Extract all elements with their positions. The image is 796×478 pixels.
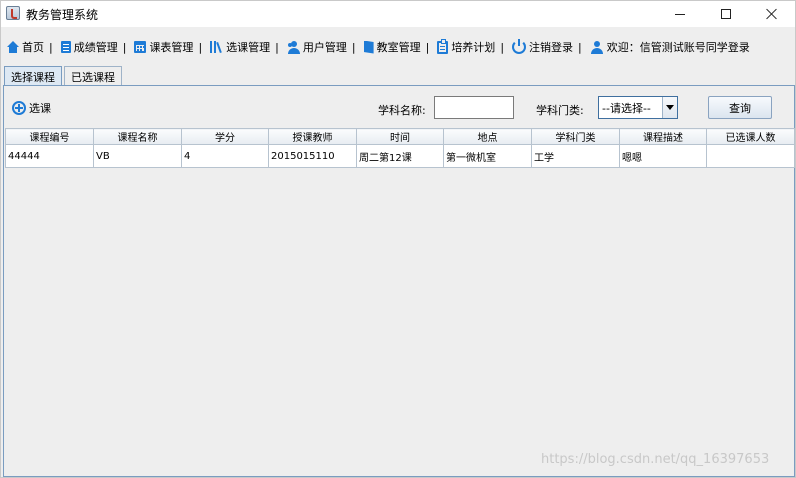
menu-users[interactable]: 用户管理: [285, 36, 349, 58]
menu-label: 用户管理: [302, 41, 347, 54]
menu-separator: |: [425, 40, 430, 54]
menu-separator: |: [351, 40, 356, 54]
menu-home[interactable]: 首页: [5, 36, 46, 58]
menu-logout[interactable]: 注销登录: [510, 36, 575, 58]
table-header-row: 课程编号 课程名称 学分 授课教师 时间 地点 学科门类 课程描述 已选课人数: [5, 128, 795, 145]
menu-training-plan[interactable]: 培养计划: [435, 36, 497, 58]
column-header[interactable]: 课程名称: [93, 128, 182, 145]
menu-schedule[interactable]: 课表管理: [132, 36, 195, 58]
tab-panel: 选课 学科名称: 学科门类: --请选择-- 查询 课程编号 课程名称 学分 授…: [3, 85, 795, 477]
column-header[interactable]: 课程编号: [5, 128, 94, 145]
home-icon: [7, 41, 19, 53]
calendar-icon: [134, 41, 147, 53]
query-button[interactable]: 查询: [708, 96, 772, 119]
chevron-down-icon[interactable]: [662, 97, 677, 118]
person-icon: [590, 40, 603, 54]
column-header[interactable]: 已选课人数: [706, 128, 795, 145]
menu-label: 培养计划: [451, 41, 496, 54]
menu-label: 注销登录: [529, 41, 574, 54]
welcome-text: 欢迎：信管测试账号同学登录: [606, 41, 750, 54]
course-table: 课程编号 课程名称 学分 授课教师 时间 地点 学科门类 课程描述 已选课人数 …: [5, 128, 795, 168]
course-name-label: 学科名称:: [378, 104, 426, 117]
column-header[interactable]: 地点: [443, 128, 532, 145]
menu-separator: |: [198, 40, 203, 54]
welcome-message: 欢迎：信管测试账号同学登录: [590, 39, 750, 55]
door-icon: [363, 40, 374, 54]
menu-bar: 首页 | 成绩管理 | 课表管理 | 选课管理 | 用户管理 | 教室管理 |: [1, 35, 795, 59]
table-cell[interactable]: 第一微机室: [443, 144, 532, 168]
maximize-icon: [721, 9, 731, 19]
tab-bar: 选择课程 已选课程: [4, 66, 124, 87]
close-icon: [766, 8, 778, 20]
window-title: 教务管理系统: [26, 8, 99, 22]
menu-separator: |: [122, 40, 127, 54]
menu-grades[interactable]: 成绩管理: [59, 36, 120, 58]
java-app-icon: [6, 6, 20, 20]
clipboard-icon: [437, 38, 449, 54]
minimize-icon: [675, 13, 685, 15]
menu-separator: |: [578, 40, 582, 54]
table-row[interactable]: 44444 VB 4 2015015110 周二第12课 第一微机室 工学 嗯嗯: [5, 144, 795, 168]
plus-circle-icon: [12, 101, 26, 115]
menu-label: 首页: [22, 41, 44, 54]
menu-label: 成绩管理: [73, 41, 118, 54]
maximize-button[interactable]: [703, 1, 749, 27]
table-cell[interactable]: 4: [181, 144, 269, 168]
menu-separator: |: [49, 40, 53, 54]
category-select[interactable]: --请选择--: [598, 96, 678, 119]
course-table-container: 课程编号 课程名称 学分 授课教师 时间 地点 学科门类 课程描述 已选课人数 …: [5, 128, 795, 476]
tab-selected-courses[interactable]: 已选课程: [64, 66, 122, 86]
menu-separator: |: [275, 40, 279, 54]
table-cell[interactable]: 44444: [5, 144, 94, 168]
menu-course-selection[interactable]: 选课管理: [208, 36, 272, 58]
table-cell[interactable]: 工学: [531, 144, 620, 168]
select-course-button[interactable]: 选课: [12, 100, 51, 116]
close-button[interactable]: [749, 1, 795, 27]
category-label: 学科门类:: [536, 104, 584, 117]
table-cell[interactable]: [706, 144, 795, 168]
column-header[interactable]: 时间: [356, 128, 444, 145]
menu-separator: |: [500, 40, 505, 54]
title-bar: 教务管理系统: [1, 1, 795, 27]
books-icon: [210, 40, 223, 54]
column-header[interactable]: 学科门类: [531, 128, 620, 145]
table-cell[interactable]: 周二第12课: [356, 144, 444, 168]
app-window: 教务管理系统 首页 | 成绩管理 | 课表管理 | 选课管理 | 用户管理 |: [0, 0, 796, 478]
table-cell[interactable]: 嗯嗯: [619, 144, 707, 168]
select-course-label: 选课: [29, 102, 51, 115]
category-selected-value: --请选择--: [602, 101, 651, 115]
column-header[interactable]: 学分: [181, 128, 269, 145]
menu-label: 选课管理: [226, 41, 271, 54]
document-icon: [60, 41, 71, 53]
column-header[interactable]: 授课教师: [268, 128, 357, 145]
table-cell[interactable]: 2015015110: [268, 144, 357, 168]
minimize-button[interactable]: [657, 1, 703, 27]
tab-select-course[interactable]: 选择课程: [4, 66, 62, 87]
power-icon: [512, 39, 527, 54]
csdn-watermark: https://blog.csdn.net/qq_16397653: [541, 452, 770, 467]
users-icon: [287, 40, 300, 54]
table-cell[interactable]: VB: [93, 144, 182, 168]
course-name-input[interactable]: [434, 96, 514, 119]
menu-classrooms[interactable]: 教室管理: [362, 36, 423, 58]
menu-label: 教室管理: [376, 41, 421, 54]
menu-label: 课表管理: [149, 41, 194, 54]
column-header[interactable]: 课程描述: [619, 128, 707, 145]
